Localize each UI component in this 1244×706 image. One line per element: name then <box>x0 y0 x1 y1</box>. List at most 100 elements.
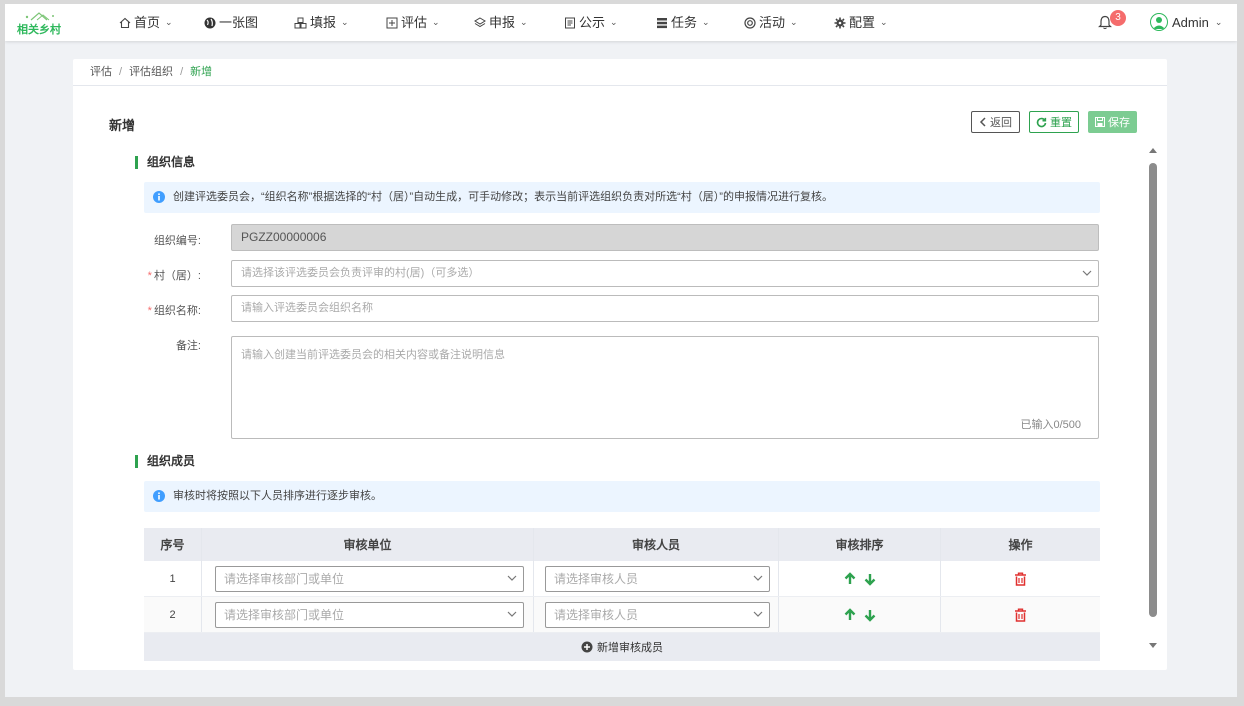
page-title: 新增 <box>109 118 136 133</box>
org-name-input[interactable]: 请输入评选委员会组织名称 <box>231 295 1099 322</box>
column-header-actions: 操作 <box>1008 538 1033 552</box>
arrow-up-icon[interactable] <box>843 571 857 586</box>
nav-item-config[interactable]: 配置 ⌄ <box>834 4 888 41</box>
arrow-down-icon[interactable] <box>863 608 877 622</box>
app-logo[interactable]: 相关乡村 <box>17 10 69 36</box>
trash-icon[interactable] <box>1014 572 1027 586</box>
add-member-label: 新增审核成员 <box>597 642 663 654</box>
chevron-down-icon: ⌄ <box>610 17 618 27</box>
org-info-notice: 创建评选委员会，“组织名称”根据选择的“村（居）”自动生成，可手动修改；表示当前… <box>144 182 1100 213</box>
back-button[interactable]: 返回 <box>971 111 1020 133</box>
save-button[interactable]: 保存 <box>1088 111 1137 133</box>
org-code-value: PGZZ00000006 <box>241 230 327 244</box>
reset-button[interactable]: 重置 <box>1029 111 1079 133</box>
chevron-down-icon <box>1082 270 1092 276</box>
home-icon <box>119 17 131 28</box>
person-select[interactable]: 请选择审核人员 <box>545 602 770 628</box>
column-header-order: 审核排序 <box>779 528 941 561</box>
back-button-label: 返回 <box>990 117 1012 129</box>
remark-textarea[interactable]: 请输入创建当前评选委员会的相关内容或备注说明信息 已输入0/500 <box>231 336 1099 439</box>
chevron-down-icon: ⌄ <box>432 17 440 27</box>
breadcrumb-item[interactable]: 评估组织 <box>129 66 173 78</box>
section-title-members: 组织成员 <box>135 455 195 468</box>
layers-icon <box>474 16 486 27</box>
chevron-down-icon: ⌄ <box>520 17 528 27</box>
code-label: 组织编号: <box>73 232 201 248</box>
user-icon <box>1152 16 1165 29</box>
chevron-down-icon <box>507 611 517 617</box>
nav-item-label: 公示 <box>579 15 606 30</box>
nav-item-declare[interactable]: 申报 ⌄ <box>474 4 528 41</box>
chevron-down-icon <box>507 575 517 581</box>
order-cell <box>779 597 941 632</box>
unit-select[interactable]: 请选择审核部门或单位 <box>215 566 524 592</box>
unit-cell: 请选择审核部门或单位 <box>202 561 534 596</box>
breadcrumb-separator: / <box>180 66 184 78</box>
nav-item-evaluate[interactable]: 评估 ⌄ <box>386 4 440 41</box>
cubes-icon <box>294 17 307 28</box>
unit-select-placeholder: 请选择审核部门或单位 <box>224 572 345 586</box>
globe-icon <box>204 17 216 28</box>
person-select[interactable]: 请选择审核人员 <box>545 566 770 592</box>
nav-item-label: 任务 <box>671 15 698 30</box>
app-window: 相关乡村 首页 ⌄ 一张图 填报 ⌄ 评估 ⌄ 申报 ⌄ 公示 ⌄ 任务 ⌄ 活… <box>5 4 1237 697</box>
nav-item-fill[interactable]: 填报 ⌄ <box>294 4 349 41</box>
user-menu[interactable]: Admin ⌄ <box>1150 13 1222 31</box>
nav-item-label: 活动 <box>759 15 786 30</box>
table-row: 1 请选择审核部门或单位 请选择审核人员 <box>144 561 1100 597</box>
column-header-unit: 审核单位 <box>202 528 534 561</box>
unit-select[interactable]: 请选择审核部门或单位 <box>215 602 524 628</box>
main-card: 评估 / 评估组织 / 新增 新增 返回 重置 保存 组织信息 创建评选委员会，“组织名… <box>73 59 1167 670</box>
add-member-button[interactable]: 新增审核成员 <box>144 633 1100 661</box>
char-counter: 已输入0/500 <box>1020 419 1081 431</box>
notice-text: 创建评选委员会，“组织名称”根据选择的“村（居）”自动生成，可手动修改；表示当前… <box>173 191 833 203</box>
actions-cell <box>941 597 1100 632</box>
notice-board-icon <box>565 17 575 28</box>
info-icon <box>153 490 165 502</box>
nav-item-activity[interactable]: 活动 ⌄ <box>744 4 798 41</box>
arrow-up-icon[interactable] <box>843 607 857 622</box>
nav-item-map[interactable]: 一张图 <box>204 4 258 41</box>
person-cell: 请选择审核人员 <box>534 597 779 632</box>
person-cell: 请选择审核人员 <box>534 561 779 596</box>
village-label-text: 村（居）: <box>153 270 201 282</box>
chevron-down-icon: ⌄ <box>341 17 349 27</box>
section-title-org-info: 组织信息 <box>135 156 195 169</box>
unit-cell: 请选择审核部门或单位 <box>202 597 534 632</box>
village-select-placeholder: 请选择该评选委员会负责评审的村(居)（可多选） <box>241 267 480 279</box>
nav-item-label: 一张图 <box>219 15 259 30</box>
scroll-down-arrow-icon[interactable] <box>1149 643 1157 648</box>
lifebuoy-icon <box>744 16 756 29</box>
nav-item-label: 填报 <box>310 15 337 30</box>
column-header-person: 审核人员 <box>534 528 779 561</box>
chevron-down-icon: ⌄ <box>1214 16 1223 27</box>
table-header: 序号 审核单位 审核人员 审核排序 操作 <box>144 528 1100 561</box>
arrow-down-icon[interactable] <box>863 572 877 586</box>
trash-icon[interactable] <box>1014 608 1027 622</box>
nav-item-home[interactable]: 首页 ⌄ <box>119 4 173 41</box>
org-name-placeholder: 请输入评选委员会组织名称 <box>241 302 373 314</box>
breadcrumb-separator: / <box>119 66 123 78</box>
nav-item-publicity[interactable]: 公示 ⌄ <box>564 4 618 41</box>
name-label-text: 组织名称: <box>153 305 201 317</box>
notification-badge: 3 <box>1110 10 1126 26</box>
nav-item-label: 评估 <box>401 15 428 30</box>
gear-icon <box>834 17 846 28</box>
person-select-placeholder: 请选择审核人员 <box>554 608 639 622</box>
chevron-down-icon: ⌄ <box>790 17 798 27</box>
refresh-icon <box>1036 117 1047 127</box>
scroll-up-arrow-icon[interactable] <box>1149 148 1157 153</box>
nav-item-tasks[interactable]: 任务 ⌄ <box>656 4 710 41</box>
person-select-placeholder: 请选择审核人员 <box>554 572 639 586</box>
reset-button-label: 重置 <box>1050 117 1072 129</box>
scrollbar-thumb[interactable] <box>1149 163 1157 617</box>
code-label-text: 组织编号: <box>153 235 201 247</box>
remark-placeholder: 请输入创建当前评选委员会的相关内容或备注说明信息 <box>241 349 505 361</box>
remark-label-text: 备注: <box>175 340 201 352</box>
row-index: 1 <box>144 561 202 596</box>
scrollbar[interactable] <box>1146 146 1160 651</box>
village-select[interactable]: 请选择该评选委员会负责评审的村(居)（可多选） <box>231 260 1099 287</box>
breadcrumb-item[interactable]: 评估 <box>90 66 112 78</box>
top-navbar: 相关乡村 首页 ⌄ 一张图 填报 ⌄ 评估 ⌄ 申报 ⌄ 公示 ⌄ 任务 ⌄ 活… <box>5 4 1237 41</box>
org-code-field: PGZZ00000006 <box>231 224 1099 251</box>
